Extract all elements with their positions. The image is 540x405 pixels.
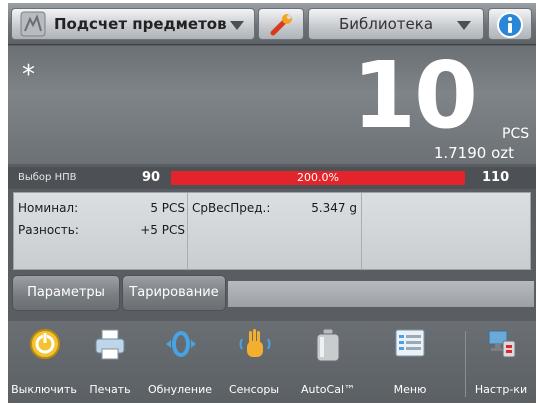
autocal-label: AutoCal™ xyxy=(300,383,356,396)
weight-display: * 10 PCS 1.7190 ozt xyxy=(8,42,536,164)
info-column-3 xyxy=(362,193,530,269)
check-progress-track: 200.0% xyxy=(171,171,465,185)
setup-label: Настр-ки xyxy=(474,383,528,396)
menu-icon xyxy=(395,329,425,357)
nominal-value: 5 PCS xyxy=(150,201,185,215)
menu-label: Меню xyxy=(393,383,427,396)
power-off-label: Выключить xyxy=(11,383,77,396)
check-limits-label: Выбор НПВ xyxy=(18,172,77,183)
application-select[interactable]: Подсчет предметов xyxy=(11,8,255,40)
top-bar: Подсчет предметов Библиотека xyxy=(8,3,536,45)
bottom-toolbar: Выключить Печать Обнуление Сенсоры AutoC… xyxy=(8,321,536,403)
under-limit-value: 90 xyxy=(142,170,161,185)
chevron-down-icon xyxy=(230,21,244,30)
library-select[interactable]: Библиотека xyxy=(308,8,484,40)
reference-info-panel: Номинал: 5 PCS Разность: +5 PCS СрВесПре… xyxy=(13,192,531,270)
tare-button[interactable]: Тарирование xyxy=(122,275,226,311)
sensors-label: Сенсоры xyxy=(228,383,280,396)
info-button[interactable] xyxy=(488,8,532,40)
info-column-2: СрВесПред.: 5.347 g xyxy=(188,193,362,269)
menu-button[interactable]: Меню xyxy=(374,321,446,403)
setup-icon xyxy=(488,330,516,358)
primary-reading: 10 xyxy=(351,42,478,149)
over-limit-value: 110 xyxy=(482,170,510,185)
parameters-button[interactable]: Параметры xyxy=(12,275,120,311)
balance-screen: Подсчет предметов Библиотека * 10 PCS 1.… xyxy=(8,3,536,403)
softkey-row: Параметры Тарирование xyxy=(8,273,536,315)
stability-indicator: * xyxy=(22,60,35,90)
apw-label: СрВесПред.: xyxy=(192,201,271,215)
primary-unit[interactable]: PCS xyxy=(502,126,529,142)
zero-button[interactable]: Обнуление xyxy=(142,321,218,403)
application-label: Подсчет предметов xyxy=(54,15,227,33)
power-off-button[interactable]: Выключить xyxy=(10,321,78,403)
setup-button[interactable]: Настр-ки xyxy=(468,321,534,403)
print-button[interactable]: Печать xyxy=(80,321,140,403)
sensors-button[interactable]: Сенсоры xyxy=(220,321,288,403)
check-percent-text: 200.0% xyxy=(297,171,339,184)
info-icon xyxy=(497,12,523,38)
calibration-weight-icon xyxy=(316,328,340,362)
toolbar-divider xyxy=(465,331,466,397)
apw-value: 5.347 g xyxy=(311,201,357,215)
info-column-1: Номинал: 5 PCS Разность: +5 PCS xyxy=(14,193,188,269)
autocal-button[interactable]: AutoCal™ xyxy=(290,321,366,403)
secondary-reading[interactable]: 1.7190 ozt xyxy=(434,144,514,162)
zero-icon xyxy=(166,331,196,357)
softkey-empty-area xyxy=(228,281,534,307)
zero-label: Обнуление xyxy=(147,383,213,396)
nominal-label: Номинал: xyxy=(18,201,79,215)
hand-sensor-icon xyxy=(239,329,271,357)
difference-label: Разность: xyxy=(18,223,79,237)
wrench-icon xyxy=(270,14,292,36)
difference-value: +5 PCS xyxy=(140,223,185,237)
check-limits-bar: Выбор НПВ 90 200.0% 110 xyxy=(8,167,536,189)
print-label: Печать xyxy=(89,383,131,396)
power-icon xyxy=(30,329,60,359)
library-label: Библиотека xyxy=(339,15,434,33)
printer-icon xyxy=(95,329,125,360)
app-settings-button[interactable] xyxy=(258,8,304,40)
chevron-down-icon xyxy=(457,21,471,30)
parts-counting-icon xyxy=(20,11,46,37)
